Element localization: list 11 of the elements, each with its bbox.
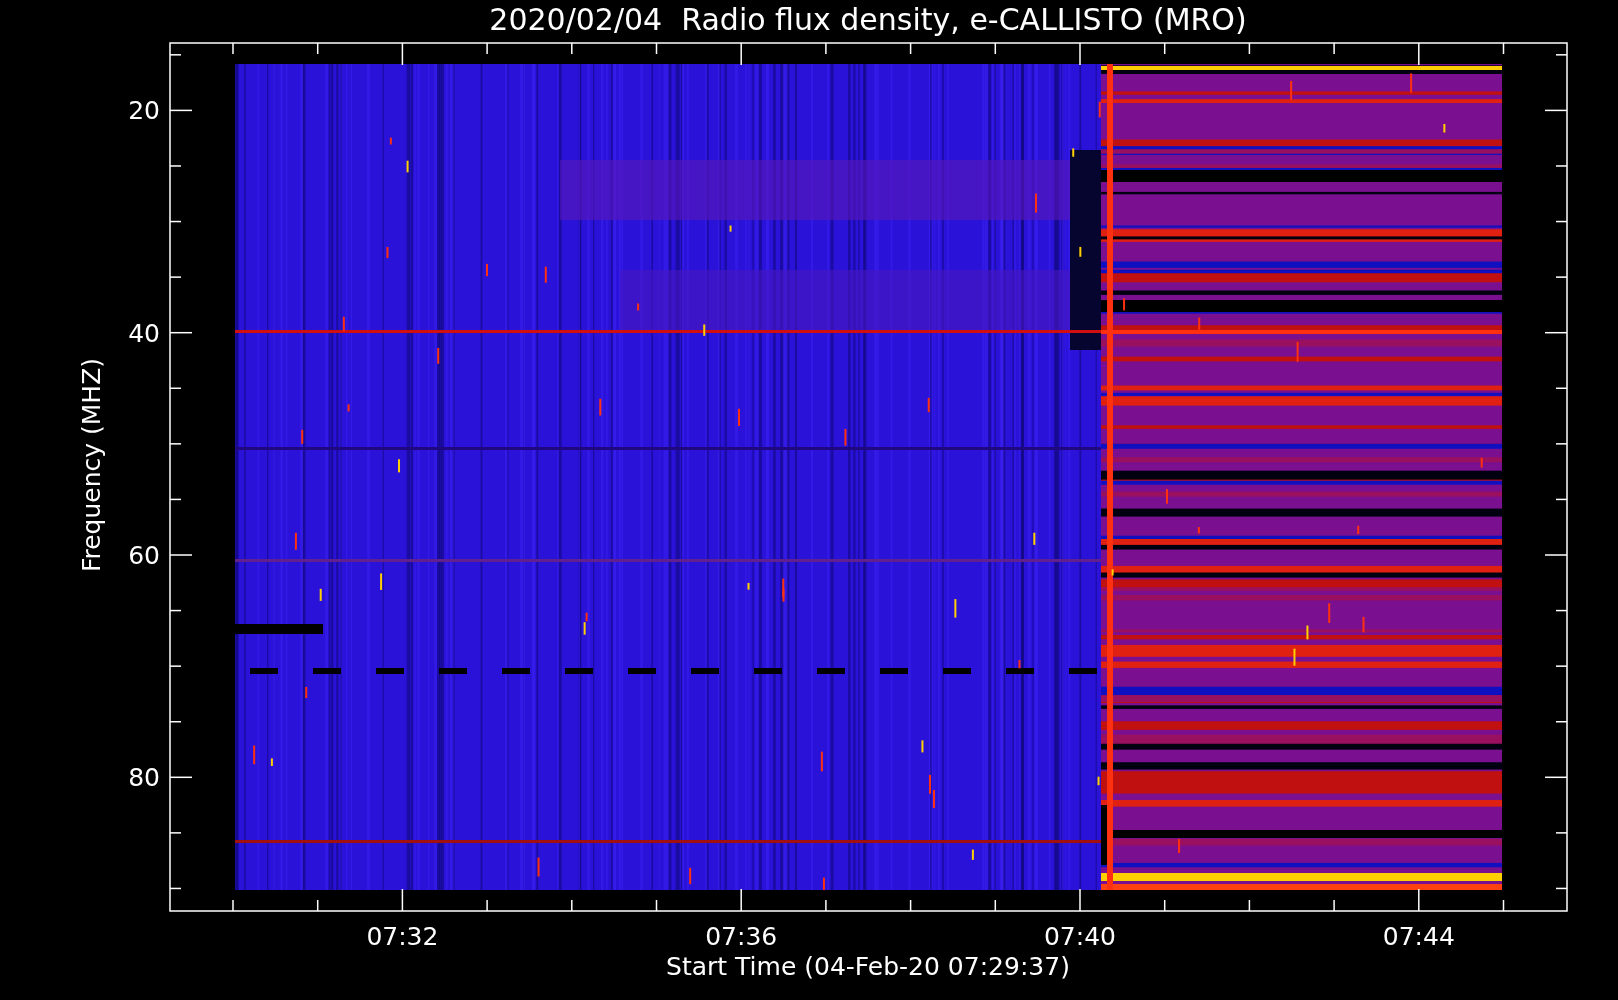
chart-title: 2020/02/04 Radio flux density, e-CALLISTO (MRO) — [489, 2, 1247, 37]
y-tick-label: 20 — [128, 96, 160, 126]
y-axis-title: Frequency (MHZ) — [77, 357, 106, 573]
y-tick-label: 40 — [128, 318, 160, 348]
x-tick-label: 07:32 — [366, 922, 439, 951]
y-tick-label: 80 — [128, 763, 160, 793]
x-tick-label: 07:44 — [1382, 922, 1455, 951]
x-axis-title: Start Time (04-Feb-20 07:29:37) — [666, 952, 1070, 981]
y-tick-label: 60 — [128, 541, 160, 570]
x-tick-label: 07:36 — [705, 922, 778, 951]
x-tick-label: 07:40 — [1044, 922, 1116, 951]
